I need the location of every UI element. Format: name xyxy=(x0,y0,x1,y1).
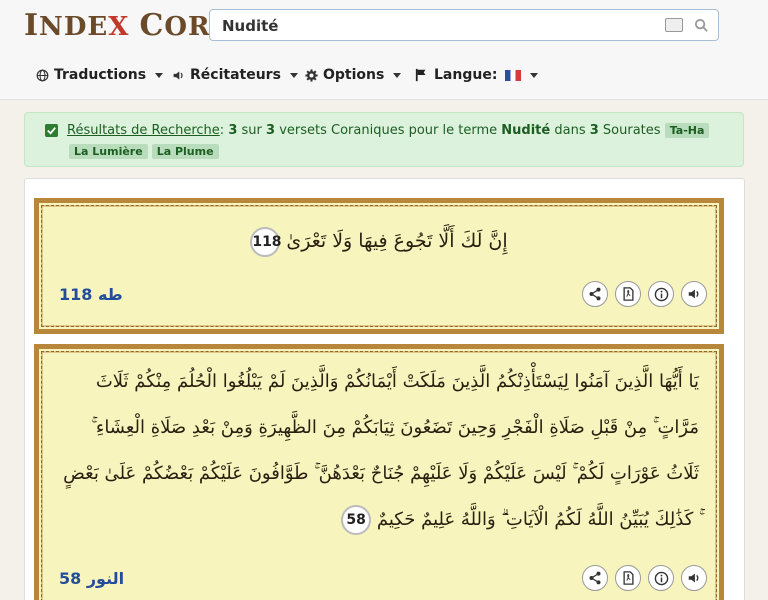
results-summary: Résultats de Recherche: 3 sur 3 versets … xyxy=(67,123,710,138)
chevron-down-icon xyxy=(530,72,539,78)
search-icon[interactable] xyxy=(694,18,709,33)
info-button[interactable] xyxy=(648,281,674,307)
audio-button[interactable] xyxy=(681,281,707,307)
chevron-down-icon xyxy=(155,72,164,78)
verse-number: 58 xyxy=(341,505,372,535)
surah-tag[interactable]: La Lumière xyxy=(69,144,148,159)
verse-reference[interactable]: طه 118 xyxy=(59,285,123,304)
results-term: Nudité xyxy=(501,123,551,138)
results-sur: sur xyxy=(241,123,262,138)
verse-arabic: إِنَّ لَكَ أَلَّا تَجُوعَ فِيهَا وَلَا ت… xyxy=(286,230,508,252)
info-button[interactable] xyxy=(648,565,674,591)
info-icon xyxy=(654,571,668,585)
checkbox-icon xyxy=(45,124,58,137)
globe-icon xyxy=(36,69,49,81)
info-icon xyxy=(654,287,668,301)
results-sourates: Sourates xyxy=(602,123,661,138)
share-icon xyxy=(589,571,601,585)
surah-tag[interactable]: Ta-Ha xyxy=(664,123,710,138)
verse-card: يَا أَيُّهَا الَّذِينَ آمَنُوا لِيَسْتَأ… xyxy=(34,344,724,600)
search-results-alert: Résultats de Recherche: 3 sur 3 versets … xyxy=(24,112,744,167)
verse-actions xyxy=(582,565,707,591)
verse-card: إِنَّ لَكَ أَلَّا تَجُوعَ فِيهَا وَلَا ت… xyxy=(34,198,724,334)
verse-text: يَا أَيُّهَا الَّذِينَ آمَنُوا لِيَسْتَأ… xyxy=(39,349,719,543)
pdf-icon xyxy=(622,287,634,301)
french-flag-icon xyxy=(505,69,522,81)
results-text: versets Coraniques pour le terme xyxy=(279,123,498,138)
chevron-down-icon xyxy=(393,72,402,78)
logo-x: X xyxy=(108,12,130,42)
nav-language[interactable]: Langue: xyxy=(415,62,539,88)
verse-text: إِنَّ لَكَ أَلَّا تَجُوعَ فِيهَا وَلَا ت… xyxy=(39,203,719,263)
nav-translations-label: Traductions xyxy=(54,67,147,83)
nav-reciters-label: Récitateurs xyxy=(190,67,281,83)
logo-letter: I xyxy=(24,8,40,43)
results-total: 3 xyxy=(266,123,276,138)
nav-options-label: Options xyxy=(323,67,385,83)
pdf-icon xyxy=(622,571,634,585)
pdf-button[interactable] xyxy=(615,565,641,591)
share-button[interactable] xyxy=(582,565,608,591)
chevron-down-icon xyxy=(289,72,298,78)
verse-number: 118 xyxy=(250,227,282,257)
results-colon: : xyxy=(219,123,225,138)
logo-text: NDE xyxy=(39,12,109,42)
volume-icon xyxy=(688,289,699,299)
results-link[interactable]: Résultats de Recherche xyxy=(67,123,220,138)
pdf-button[interactable] xyxy=(615,281,641,307)
speaker-icon xyxy=(173,70,183,80)
verse-actions xyxy=(582,281,707,307)
top-bar: INDEX CORAN Nudité Traductions Récitateu… xyxy=(0,0,768,100)
gear-icon xyxy=(305,68,318,82)
surah-tag[interactable]: La Plume xyxy=(151,144,219,159)
results-count: 3 xyxy=(228,123,238,138)
verse-reference[interactable]: النور 58 xyxy=(59,569,124,588)
volume-icon xyxy=(688,573,699,583)
share-button[interactable] xyxy=(582,281,608,307)
verse-arabic: يَا أَيُّهَا الَّذِينَ آمَنُوا لِيَسْتَأ… xyxy=(63,371,699,530)
nav-reciters[interactable]: Récitateurs xyxy=(172,62,298,88)
flag-icon xyxy=(415,68,426,82)
logo-letter-c: C xyxy=(139,8,165,43)
results-dans: dans xyxy=(554,123,586,138)
share-icon xyxy=(589,287,601,301)
search-value: Nudité xyxy=(222,17,279,35)
nav-language-label: Langue: xyxy=(434,67,498,83)
keyboard-icon[interactable] xyxy=(665,18,683,32)
audio-button[interactable] xyxy=(681,565,707,591)
search-input[interactable]: Nudité xyxy=(209,9,719,41)
nav-options[interactable]: Options xyxy=(305,62,402,88)
results-surah-count: 3 xyxy=(589,123,599,138)
nav-translations[interactable]: Traductions xyxy=(36,62,164,88)
